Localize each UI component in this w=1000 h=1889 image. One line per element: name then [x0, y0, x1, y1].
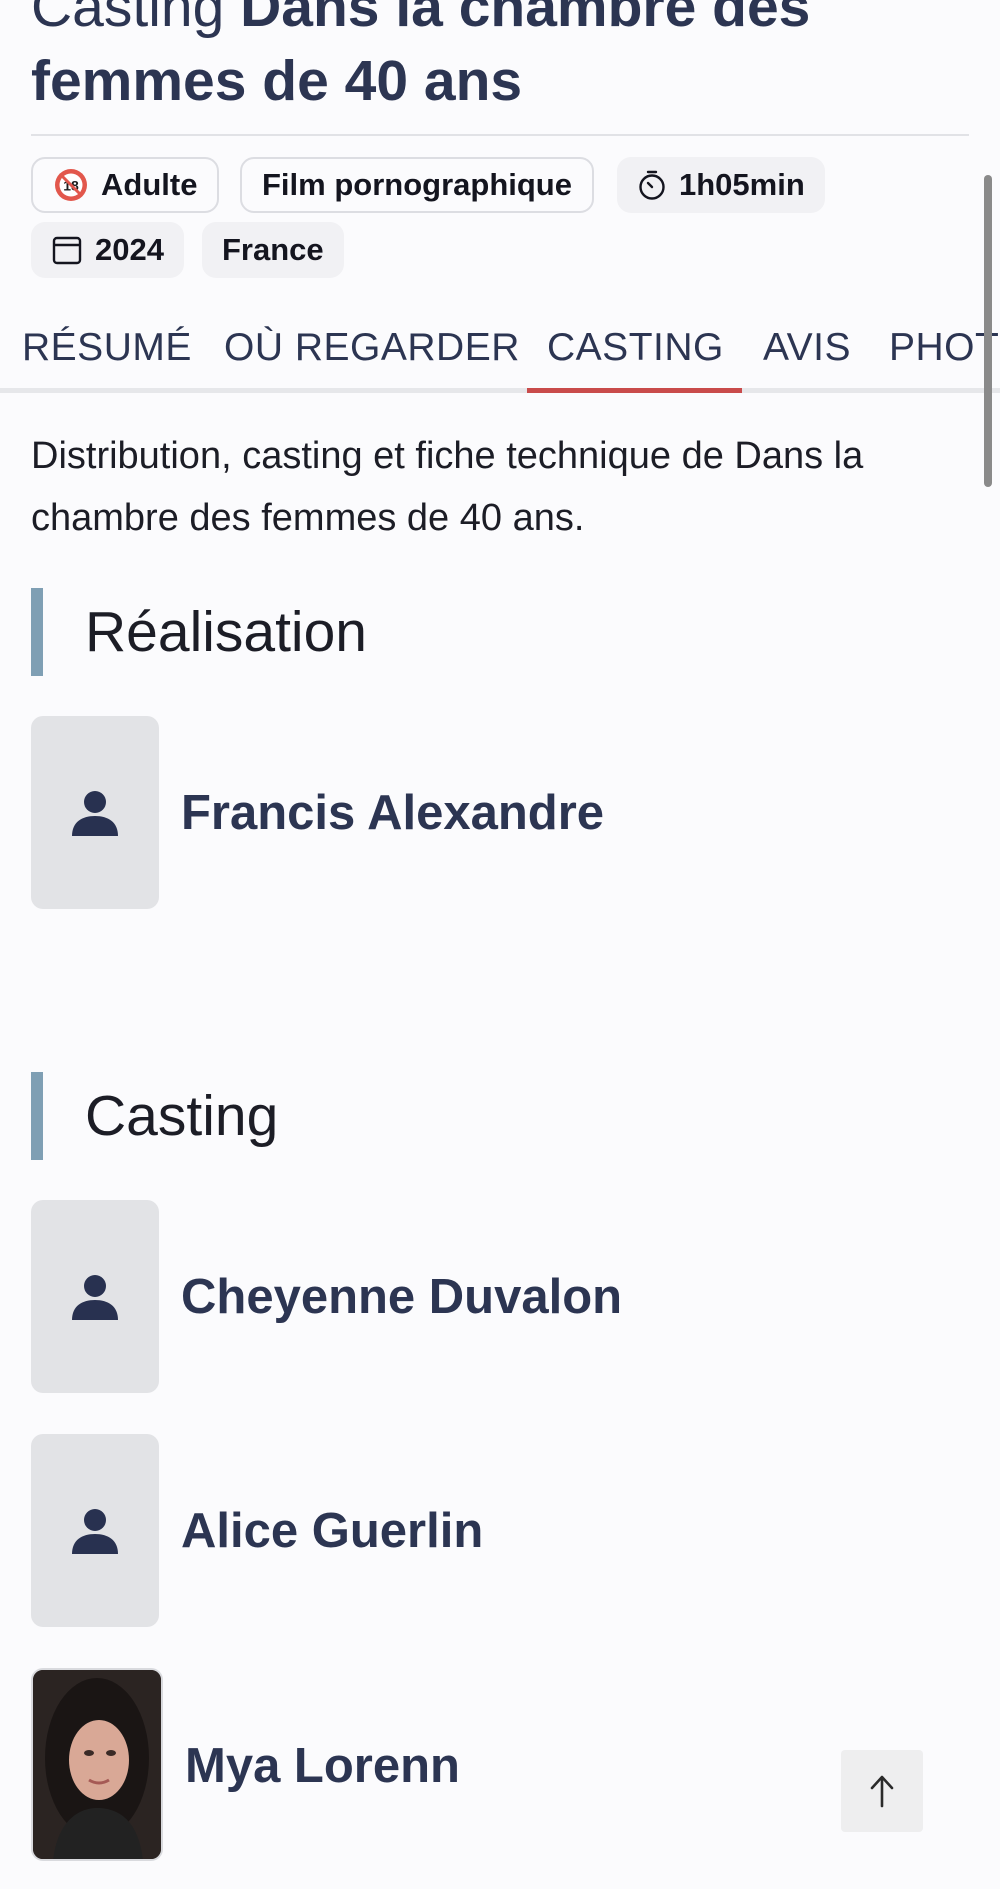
- person-name[interactable]: Francis Alexandre: [181, 783, 604, 843]
- tag-label: France: [222, 232, 324, 267]
- tab-bar: RÉSUMÉ OÙ REGARDER CASTING AVIS PHOT: [0, 320, 1000, 396]
- stopwatch-icon: [637, 169, 667, 201]
- tab-avis[interactable]: AVIS: [763, 320, 851, 376]
- tag-label: Film pornographique: [262, 167, 572, 202]
- person-name[interactable]: Alice Guerlin: [181, 1501, 483, 1561]
- calendar-icon: [51, 234, 83, 266]
- portrait-photo-icon: [33, 1670, 161, 1859]
- person-name[interactable]: Cheyenne Duvalon: [181, 1267, 622, 1327]
- tag-country: France: [202, 222, 344, 278]
- page-title: Casting Dans la chambre des femmes de 40…: [31, 0, 969, 118]
- person-icon: [72, 1274, 118, 1320]
- arrow-up-icon: [870, 1775, 894, 1808]
- tab-ou-regarder[interactable]: OÙ REGARDER: [224, 320, 520, 376]
- page-title-wrap: Casting Dans la chambre des femmes de 40…: [31, 0, 969, 118]
- tab-photos[interactable]: PHOT: [889, 320, 999, 376]
- tag-label: Adulte: [101, 167, 198, 202]
- back-to-top-button[interactable]: [841, 1750, 923, 1832]
- avatar[interactable]: [31, 1200, 159, 1393]
- tag-genre[interactable]: Film pornographique: [240, 157, 594, 213]
- tab-casting[interactable]: CASTING: [547, 320, 724, 376]
- section-title-casting: Casting: [85, 1084, 279, 1148]
- person-icon: [72, 1508, 118, 1554]
- title-divider: [31, 134, 969, 136]
- intro-text: Distribution, casting et fiche technique…: [31, 435, 864, 539]
- tag-label: 2024: [95, 232, 164, 267]
- section-accent-bar: [31, 1072, 43, 1160]
- section-title-realisation: Réalisation: [85, 600, 367, 664]
- tab-resume[interactable]: RÉSUMÉ: [22, 320, 192, 376]
- tag-label: 1h05min: [679, 167, 805, 202]
- page: Casting Dans la chambre des femmes de 40…: [0, 0, 1000, 1889]
- person-name[interactable]: Mya Lorenn: [185, 1736, 460, 1796]
- section-accent-bar: [31, 588, 43, 676]
- title-prefix: Casting: [31, 0, 225, 39]
- tab-bar-divider: [0, 388, 1000, 393]
- avatar-photo[interactable]: [31, 1668, 163, 1861]
- person-icon: [72, 790, 118, 836]
- avatar[interactable]: [31, 716, 159, 909]
- scrollbar[interactable]: [984, 175, 992, 487]
- avatar[interactable]: [31, 1434, 159, 1627]
- tag-adult[interactable]: 18 Adulte: [31, 157, 220, 213]
- active-tab-indicator: [527, 388, 742, 393]
- tag-duration: 1h05min: [617, 157, 825, 213]
- eighteen-plus-icon: 18: [53, 167, 89, 203]
- tag-year: 2024: [31, 222, 184, 278]
